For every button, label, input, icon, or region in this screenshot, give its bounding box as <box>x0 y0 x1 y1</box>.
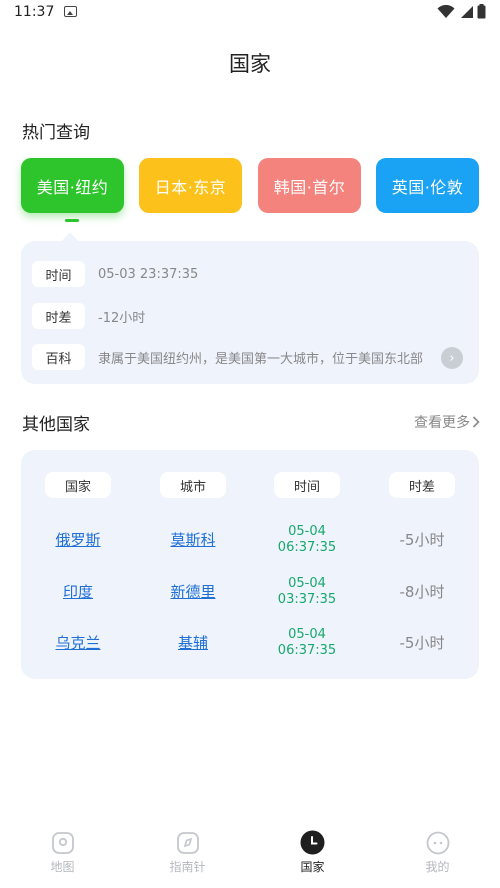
other-section-title: 其他国家 <box>22 415 90 435</box>
image-notification-icon <box>64 6 77 17</box>
battery-icon <box>477 4 486 19</box>
bottom-nav: 地图 指南针 国家 我的 <box>0 822 500 888</box>
profile-icon <box>425 830 450 855</box>
nav-item-compass[interactable]: 指南针 <box>125 822 250 888</box>
info-row-time: 时间 05-03 23:37:35 <box>32 261 198 287</box>
country-link[interactable]: 印度 <box>28 581 128 602</box>
country-link[interactable]: 俄罗斯 <box>28 529 128 550</box>
city-button-tokyo[interactable]: 日本·东京 <box>139 158 242 213</box>
column-header-city: 城市 <box>160 472 226 498</box>
selected-indicator <box>65 219 79 222</box>
signal-icon <box>461 5 473 18</box>
see-more-link[interactable]: 查看更多 <box>414 412 480 432</box>
status-bar: 11:37 <box>0 0 500 26</box>
status-icons <box>437 4 486 19</box>
local-clock: 06:37:35 <box>277 540 337 555</box>
compass-icon <box>175 830 200 855</box>
time-offset: -5小时 <box>399 634 445 652</box>
local-date: 05-04 <box>288 524 326 539</box>
nav-item-country[interactable]: 国家 <box>250 822 375 888</box>
info-value: 隶属于美国纽约州，是美国第一大城市，位于美国东北部 <box>98 351 424 367</box>
info-tag: 百科 <box>32 344 85 370</box>
city-button-seoul[interactable]: 韩国·首尔 <box>258 158 361 213</box>
info-value: 05-03 23:37:35 <box>98 266 199 282</box>
clock-icon <box>300 830 325 855</box>
nav-label: 地图 <box>50 860 75 874</box>
local-date: 05-04 <box>288 627 326 642</box>
column-header-time: 时间 <box>274 472 340 498</box>
map-icon <box>50 830 75 855</box>
info-row-offset: 时差 -12小时 <box>32 303 145 329</box>
chevron-right-icon <box>472 416 480 428</box>
see-more-label: 查看更多 <box>414 415 470 431</box>
status-time: 11:37 <box>14 4 55 20</box>
countries-table: 国家 城市 时间 时差 俄罗斯 莫斯科 05-04 06:37:35 -5小时 … <box>21 450 479 679</box>
info-value: -12小时 <box>98 310 146 326</box>
city-info-card: 时间 05-03 23:37:35 时差 -12小时 百科 隶属于美国纽约州，是… <box>21 241 479 384</box>
local-clock: 06:37:35 <box>277 643 337 658</box>
nav-label: 国家 <box>300 860 325 874</box>
column-header-offset: 时差 <box>389 472 455 498</box>
city-button-london[interactable]: 英国·伦敦 <box>376 158 479 213</box>
country-link[interactable]: 乌克兰 <box>28 632 128 653</box>
page-title: 国家 <box>229 52 271 76</box>
local-time: 05-04 06:37:35 <box>257 627 357 659</box>
local-clock: 03:37:35 <box>277 592 337 607</box>
nav-item-map[interactable]: 地图 <box>0 822 125 888</box>
wifi-icon <box>437 4 455 18</box>
info-tag: 时差 <box>32 303 85 329</box>
local-time: 05-04 03:37:35 <box>257 576 357 608</box>
chevron-right-icon[interactable]: › <box>441 347 463 369</box>
city-button-new-york[interactable]: 美国·纽约 <box>21 158 124 213</box>
time-offset: -8小时 <box>399 583 445 601</box>
city-link[interactable]: 基辅 <box>143 632 243 653</box>
city-link[interactable]: 新德里 <box>143 581 243 602</box>
time-offset: -5小时 <box>399 531 445 549</box>
nav-label: 指南针 <box>169 860 206 874</box>
nav-label: 我的 <box>425 860 450 874</box>
local-time: 05-04 06:37:35 <box>257 524 357 556</box>
hot-section-title: 热门查询 <box>22 123 90 143</box>
info-row-wiki: 百科 隶属于美国纽约州，是美国第一大城市，位于美国东北部 <box>32 344 428 370</box>
city-link[interactable]: 莫斯科 <box>143 529 243 550</box>
column-header-country: 国家 <box>45 472 111 498</box>
info-tag: 时间 <box>32 261 85 287</box>
nav-item-profile[interactable]: 我的 <box>375 822 500 888</box>
local-date: 05-04 <box>288 576 326 591</box>
